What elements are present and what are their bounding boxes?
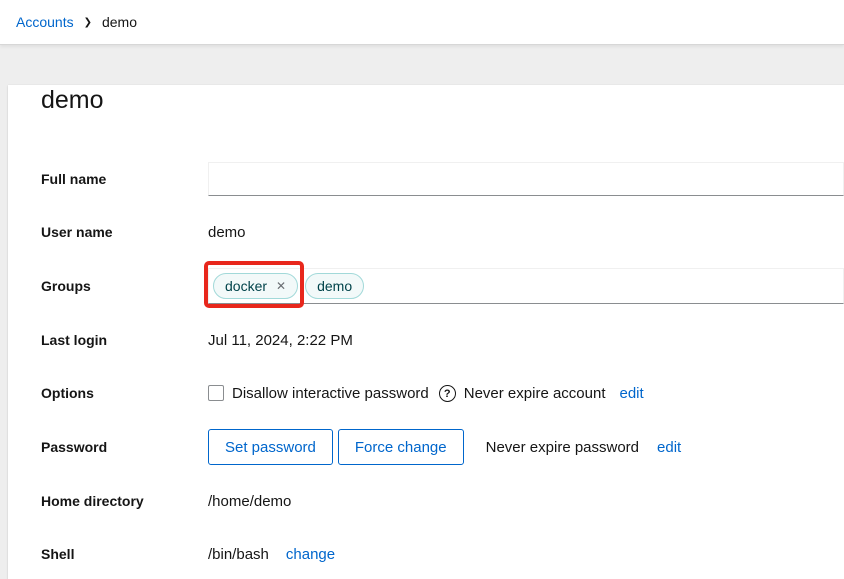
- never-expire-account-text: Never expire account: [464, 385, 606, 402]
- breadcrumb-bar: Accounts ❯ demo: [0, 0, 844, 45]
- change-shell-link[interactable]: change: [286, 546, 335, 563]
- remove-docker-group-icon[interactable]: ✕: [276, 280, 286, 292]
- row-last-login: Last login Jul 11, 2024, 2:22 PM: [41, 323, 844, 357]
- full-name-label: Full name: [41, 162, 208, 196]
- group-chip-docker-label: docker: [225, 278, 267, 294]
- password-label: Password: [41, 429, 208, 465]
- chevron-right-icon: ❯: [84, 17, 92, 28]
- shell-value: /bin/bash: [208, 546, 269, 563]
- row-home-directory: Home directory /home/demo: [41, 484, 844, 518]
- home-directory-label: Home directory: [41, 484, 208, 518]
- screen: Accounts ❯ demo demo Full name User name…: [0, 0, 844, 579]
- row-user-name: User name demo: [41, 215, 844, 249]
- force-change-button[interactable]: Force change: [338, 429, 464, 465]
- row-options: Options Disallow interactive password ? …: [41, 376, 844, 410]
- row-shell: Shell /bin/bash change: [41, 537, 844, 571]
- account-form: Full name User name demo Groups: [41, 162, 844, 571]
- last-login-value: Jul 11, 2024, 2:22 PM: [208, 332, 353, 349]
- shell-label: Shell: [41, 537, 208, 571]
- edit-password-expiry-link[interactable]: edit: [657, 439, 681, 456]
- groups-label: Groups: [41, 268, 208, 304]
- account-details-card: demo Full name User name demo Groups: [8, 85, 844, 579]
- edit-account-expiry-link[interactable]: edit: [620, 385, 644, 402]
- group-chip-demo-label: demo: [317, 278, 352, 294]
- options-label: Options: [41, 376, 208, 410]
- page-title: demo: [41, 85, 844, 116]
- disallow-interactive-password-checkbox[interactable]: [208, 385, 224, 401]
- breadcrumb: Accounts ❯ demo: [16, 14, 137, 30]
- content-area: demo Full name User name demo Groups: [0, 45, 844, 579]
- row-full-name: Full name: [41, 162, 844, 196]
- full-name-input[interactable]: [208, 162, 844, 196]
- user-name-label: User name: [41, 215, 208, 249]
- row-groups: Groups docker ✕ demo: [41, 268, 844, 304]
- breadcrumb-accounts-link[interactable]: Accounts: [16, 14, 74, 30]
- never-expire-password-text: Never expire password: [486, 439, 639, 456]
- home-directory-value: /home/demo: [208, 493, 291, 510]
- row-password: Password Set password Force change Never…: [41, 429, 844, 465]
- group-chip-demo[interactable]: demo: [305, 273, 364, 299]
- set-password-button[interactable]: Set password: [208, 429, 333, 465]
- breadcrumb-current-page: demo: [102, 14, 137, 30]
- user-name-value: demo: [208, 224, 246, 241]
- disallow-interactive-password-label: Disallow interactive password: [232, 385, 429, 402]
- last-login-label: Last login: [41, 323, 208, 357]
- docker-chip-wrapper: docker ✕: [213, 273, 298, 299]
- groups-input[interactable]: docker ✕ demo: [208, 268, 844, 304]
- help-question-icon[interactable]: ?: [439, 385, 456, 402]
- group-chip-docker[interactable]: docker ✕: [213, 273, 298, 299]
